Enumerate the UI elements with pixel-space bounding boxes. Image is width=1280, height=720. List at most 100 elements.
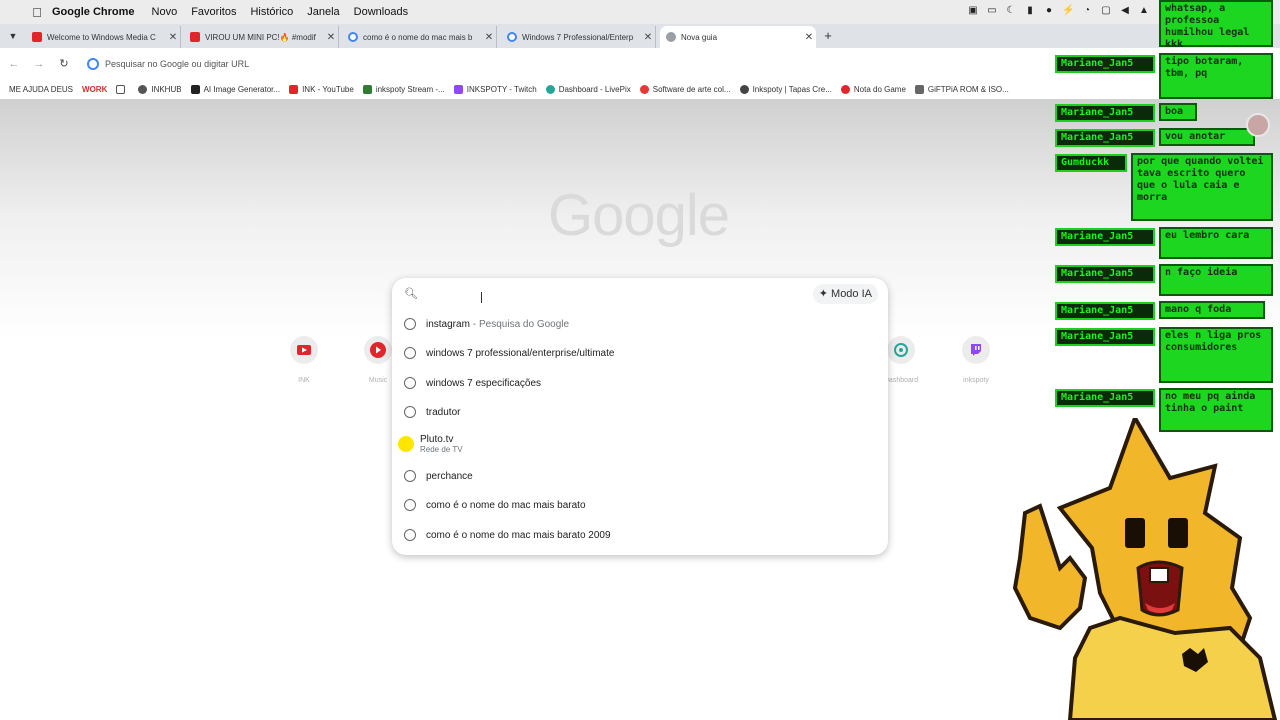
tab-item-active[interactable]: Nova guia ✕ [660, 26, 816, 48]
apple-menu-icon[interactable]:  [26, 5, 48, 20]
nota-do-game-icon [840, 84, 850, 94]
suggestion-text: perchance [426, 470, 473, 482]
text-cursor [481, 292, 483, 303]
bookmark-label: Nota do Game [853, 84, 906, 94]
close-tab-icon[interactable]: ✕ [166, 32, 180, 43]
window-icon[interactable]: ▭ [986, 5, 998, 17]
close-tab-icon[interactable]: ✕ [324, 32, 338, 43]
tab-title: Windows 7 Professional/Enterp [522, 32, 634, 42]
menu-favoritos[interactable]: Favoritos [191, 6, 236, 18]
link-icon[interactable]: ⚡ [1062, 5, 1074, 17]
bookmark-item[interactable]: Dashboard - LivePix [545, 84, 631, 94]
address-bar[interactable]: Pesquisar no Google ou digitar URL [80, 53, 980, 75]
menu-downloads[interactable]: Downloads [354, 6, 408, 18]
shortcut-ink[interactable]: INK [274, 336, 334, 384]
search-input[interactable]: 🔍︎ ✦ Modo IA [392, 278, 888, 310]
tab-item[interactable]: como é o nome do mac mais b ✕ [342, 26, 497, 48]
profile-avatar[interactable] [1246, 113, 1270, 137]
bookmark-item[interactable]: WORK [82, 85, 107, 94]
close-tab-icon[interactable]: ✕ [641, 32, 655, 43]
address-bar-placeholder: Pesquisar no Google ou digitar URL [105, 59, 250, 69]
history-icon [404, 318, 416, 330]
microphone-icon[interactable]: ● [1043, 5, 1055, 17]
shortcut-label: inkspoty [963, 377, 989, 384]
chat-username: Mariane_Jan5 [1055, 265, 1155, 283]
bottle-icon[interactable]: ▮ [1024, 5, 1036, 17]
tab-item[interactable]: VIROU UM MINI PC!🔥 #modif ✕ [184, 26, 339, 48]
suggestion-item[interactable]: windows 7 especificações [392, 369, 888, 397]
bookmark-item[interactable]: INKSPOTY - Twitch [453, 84, 537, 94]
apps-grid-icon[interactable] [116, 84, 129, 94]
shortcut-inkspoty[interactable]: inkspoty [946, 336, 1006, 384]
volume-icon[interactable]: ◀ [1119, 5, 1131, 17]
bookmark-label: Software de arte col... [652, 84, 731, 94]
suggestion-item[interactable]: perchance [392, 462, 888, 490]
reload-icon[interactable]: ↻ [53, 53, 75, 75]
chat-message: whatsap, a professoa humilhou legal kkk [1159, 0, 1273, 50]
bookmark-label: inkspoty Stream -... [375, 84, 445, 94]
bookmark-item[interactable]: inkspoty Stream -... [362, 84, 445, 94]
back-arrow-icon[interactable]: ← [3, 53, 25, 75]
bookmark-label: INKSPOTY - Twitch [466, 84, 537, 94]
shortcut-tile [887, 336, 915, 364]
strawberry-icon [639, 84, 649, 94]
suggestion-item[interactable]: Pluto.tv Rede de TV [392, 429, 888, 459]
history-icon [404, 406, 416, 418]
app-menu-name[interactable]: Google Chrome [52, 6, 135, 18]
bookmark-label: GiFTPiA ROM & ISO... [927, 84, 1009, 94]
bookmark-item[interactable]: Inkspoty | Tapas Cre... [739, 84, 832, 94]
suggestion-text: como é o nome do mac mais barato [426, 499, 586, 511]
moon-icon[interactable]: ☾ [1005, 5, 1017, 17]
shortcut-tile [290, 336, 318, 364]
suggestion-text: Pluto.tv [420, 434, 454, 445]
menu-janela[interactable]: Janela [307, 6, 339, 18]
youtube-icon [32, 32, 42, 42]
bookmark-item[interactable]: INKHUB [138, 84, 182, 94]
menu-historico[interactable]: Histórico [250, 6, 293, 18]
bookmark-label: AI Image Generator... [203, 84, 281, 94]
history-icon [404, 470, 416, 482]
menu-novo[interactable]: Novo [152, 6, 178, 18]
forward-arrow-icon[interactable]: → [28, 53, 50, 75]
bookmark-item[interactable]: Software de arte col... [639, 84, 731, 94]
headset-icon[interactable]: ◔ [1081, 5, 1093, 17]
bookmark-item[interactable]: GiFTPiA ROM & ISO... [914, 84, 1009, 94]
suggestion-item[interactable]: tradutor [392, 398, 888, 426]
chat-username: Mariane_Jan5 [1055, 302, 1155, 320]
bookmark-label: Dashboard - LivePix [558, 84, 631, 94]
tab-search-dropdown-icon[interactable]: ▼ [5, 28, 21, 44]
youtube-icon [289, 84, 299, 94]
bookmark-item[interactable]: INK - YouTube [289, 84, 354, 94]
screen-icon[interactable]: ▣ [967, 5, 979, 17]
twitch-icon [453, 84, 463, 94]
bookmark-item[interactable]: AI Image Generator... [190, 84, 281, 94]
suggestion-text-group: Pluto.tv Rede de TV [420, 434, 463, 454]
modo-ia-button[interactable]: ✦ Modo IA [812, 284, 878, 304]
macos-menubar:  Google Chrome Novo Favoritos Histórico… [0, 0, 1280, 24]
eject-icon[interactable]: ▲ [1138, 5, 1150, 17]
bookmark-label: ME AJUDA DEUS [9, 84, 74, 94]
history-icon [404, 499, 416, 511]
google-logo: Google [548, 183, 730, 248]
bookmark-label: INK - YouTube [302, 84, 354, 94]
suggestion-item[interactable]: como é o nome do mac mais barato [392, 491, 888, 519]
chat-username: Mariane_Jan5 [1055, 129, 1155, 147]
tab-item[interactable]: Welcome to Windows Media C ✕ [26, 26, 181, 48]
bookmark-item[interactable]: ME AJUDA DEUS [9, 85, 73, 94]
close-tab-icon[interactable]: ✕ [482, 32, 496, 43]
globe-icon [138, 84, 148, 94]
close-tab-icon[interactable]: ✕ [802, 32, 816, 43]
suggestion-item[interactable]: como é o nome do mac mais barato 2009 [392, 521, 888, 549]
new-tab-plus-icon[interactable]: + [820, 28, 836, 44]
search-icon: 🔍︎ [404, 288, 418, 300]
youtube-icon [297, 345, 311, 355]
tab-item[interactable]: Windows 7 Professional/Enterp ✕ [501, 26, 656, 48]
chat-message: tipo botaram, tbm, pq [1159, 53, 1273, 99]
pluto-tv-icon [398, 436, 414, 452]
suggestion-item[interactable]: instagram - Pesquisa do Google [392, 310, 888, 338]
display-icon[interactable]: ▢ [1100, 5, 1112, 17]
suggestion-item[interactable]: windows 7 professional/enterprise/ultima… [392, 339, 888, 367]
bookmark-item[interactable]: Nota do Game [840, 84, 906, 94]
modo-ia-label: Modo IA [831, 288, 872, 300]
chat-message: n faço ideia [1159, 264, 1273, 296]
